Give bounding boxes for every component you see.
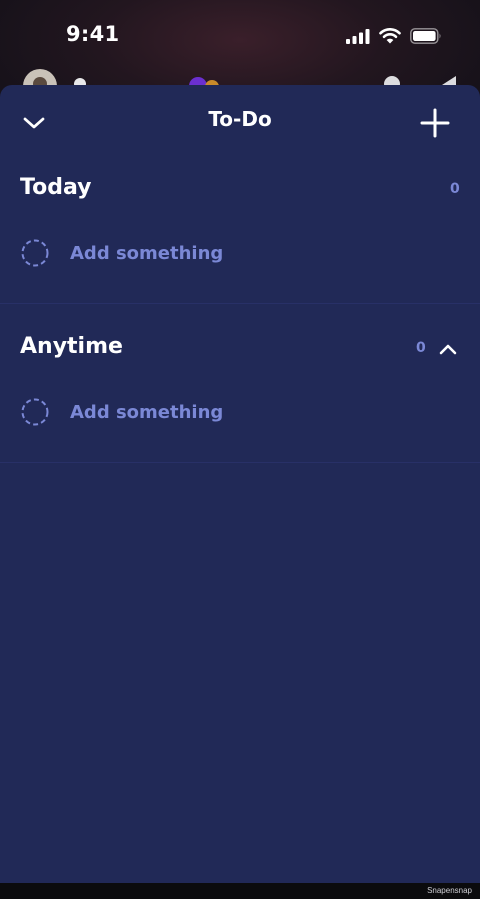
section-count: 0 [450, 181, 460, 197]
add-something-row[interactable]: Add something [20, 236, 223, 270]
watermark-text: Snapensnap [427, 886, 472, 895]
status-time: 9:41 [66, 22, 120, 46]
wifi-icon [379, 28, 401, 44]
add-todo-button[interactable] [415, 103, 455, 143]
add-something-label: Add something [70, 401, 224, 423]
status-bar: 9:41 [0, 0, 480, 70]
section-title: Anytime [20, 334, 123, 359]
page-title: To-Do [208, 107, 272, 131]
plus-icon [420, 108, 450, 138]
add-something-row[interactable]: Add something [20, 395, 223, 429]
todo-sheet: To-Do Today 0 Add something Anytime 0 Ad… [0, 85, 480, 883]
dashed-circle-icon [21, 398, 49, 426]
sheet-header: To-Do [0, 85, 480, 157]
battery-icon [410, 28, 441, 44]
status-icons [346, 25, 442, 47]
collapse-section-button[interactable] [435, 336, 461, 362]
section-count: 0 [416, 340, 426, 356]
section-title: Today [20, 175, 92, 200]
add-something-label: Add something [70, 242, 224, 264]
dashed-circle-icon [21, 239, 49, 267]
chevron-up-icon [439, 344, 457, 355]
section-anytime: Anytime 0 Add something [0, 304, 480, 463]
cellular-signal-icon [346, 29, 370, 44]
bottom-bar: Snapensnap [0, 883, 480, 899]
section-today: Today 0 Add something [0, 157, 480, 304]
